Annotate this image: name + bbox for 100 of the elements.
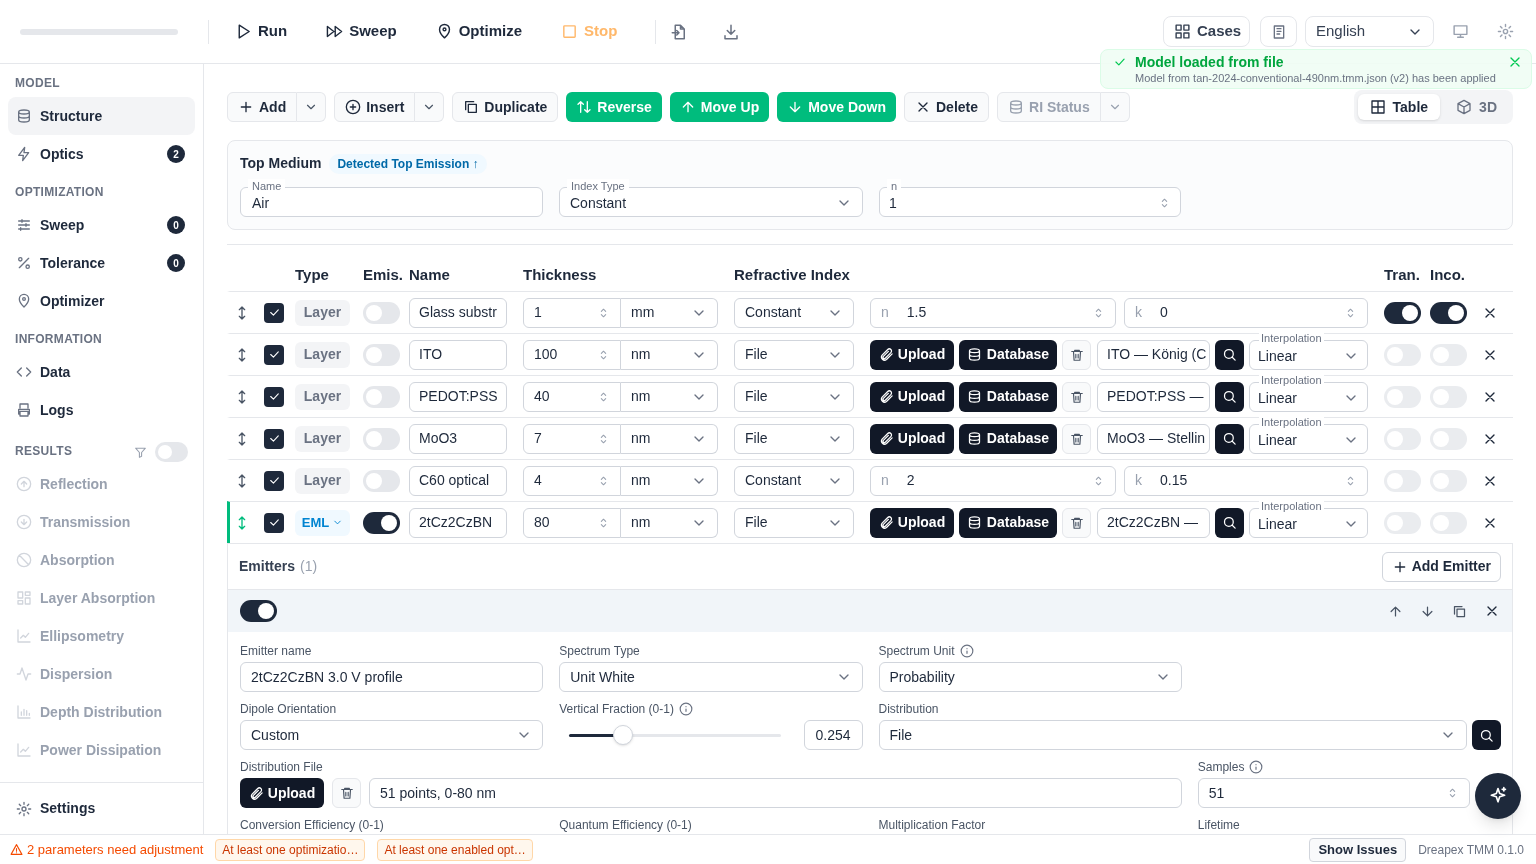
- distribution-info-field[interactable]: 51 points, 0-80 nm: [369, 778, 1182, 808]
- sidebar-item[interactable]: Data: [8, 353, 195, 391]
- layer-row[interactable]: Layer PEDOT:PSS 40 nm File Upload Database PEDOT:PSS — Interpolation Linear: [227, 375, 1513, 417]
- number-field[interactable]: 0.254: [803, 720, 863, 750]
- material-name-field[interactable]: ITO — König (C: [1097, 339, 1210, 370]
- unit-select[interactable]: nm: [621, 507, 718, 538]
- sidebar-item[interactable]: Sweep 0: [8, 206, 195, 244]
- unit-select[interactable]: nm: [621, 381, 718, 412]
- text-field[interactable]: 2tCz2CzBN 3.0 V profile: [240, 662, 544, 692]
- toggle-switch[interactable]: [1430, 301, 1467, 324]
- add-emitter-button[interactable]: Add Emitter: [1381, 551, 1501, 582]
- unit-select[interactable]: mm: [621, 297, 718, 328]
- toolbar-button[interactable]: Delete: [904, 92, 989, 122]
- database-button[interactable]: Database: [959, 423, 1057, 454]
- search-button[interactable]: [1472, 720, 1501, 750]
- type-dropdown[interactable]: EML: [295, 509, 350, 536]
- select-field[interactable]: File: [878, 720, 1467, 750]
- view-tab[interactable]: 3D: [1444, 94, 1509, 120]
- material-name-field[interactable]: PEDOT:PSS —: [1097, 381, 1210, 412]
- toggle-switch[interactable]: [155, 442, 188, 462]
- layer-row[interactable]: EML 2tCz2CzBN 80 nm File Upload Database 2tCz2CzBN — Interpolation Linear: [227, 501, 1513, 543]
- name-field[interactable]: Glass substr: [409, 297, 507, 328]
- slider-track[interactable]: [569, 725, 782, 745]
- upload-button[interactable]: Upload: [870, 339, 954, 370]
- layer-row[interactable]: Layer Glass substr 1 mm Constant n 1.5 k 0: [227, 291, 1513, 333]
- sidebar-item[interactable]: Settings: [8, 789, 195, 828]
- sidebar-item[interactable]: Optics 2: [8, 135, 195, 173]
- number-field[interactable]: 100: [523, 339, 621, 370]
- download-button[interactable]: [722, 22, 741, 41]
- checkbox[interactable]: [264, 470, 284, 491]
- toggle-switch[interactable]: [363, 301, 400, 324]
- upload-button[interactable]: Upload: [870, 507, 954, 538]
- sidebar-item[interactable]: Structure: [8, 97, 195, 135]
- sidebar-item[interactable]: Optimizer: [8, 282, 195, 320]
- notes-button[interactable]: [1260, 16, 1297, 47]
- index-type-select[interactable]: File: [734, 507, 854, 538]
- sidebar-item[interactable]: Tolerance 0: [8, 244, 195, 282]
- delete-file-button[interactable]: [1062, 381, 1091, 412]
- toolbar-button[interactable]: Duplicate: [452, 92, 559, 122]
- checkbox[interactable]: [264, 344, 284, 365]
- number-field[interactable]: 1: [523, 297, 621, 328]
- number-field[interactable]: k 0.15: [1124, 465, 1368, 496]
- optimize-button[interactable]: Optimize: [427, 13, 531, 50]
- language-select[interactable]: English: [1305, 16, 1434, 47]
- database-button[interactable]: Database: [959, 381, 1057, 412]
- move-up-button[interactable]: [1388, 603, 1403, 619]
- checkbox[interactable]: [264, 386, 284, 407]
- name-field[interactable]: C60 optical: [409, 465, 507, 496]
- delete-file-button[interactable]: [332, 778, 361, 808]
- delete-file-button[interactable]: [1062, 339, 1091, 370]
- number-field[interactable]: 7: [523, 423, 621, 454]
- toggle-switch[interactable]: [240, 600, 277, 622]
- name-field[interactable]: 2tCz2CzBN: [409, 507, 507, 538]
- search-button[interactable]: [1215, 423, 1244, 454]
- layer-row[interactable]: Layer C60 optical 4 nm Constant n 2 k 0.15: [227, 459, 1513, 501]
- name-field[interactable]: ITO: [409, 339, 507, 370]
- select-field[interactable]: Unit White: [559, 662, 863, 692]
- upload-button[interactable]: Upload: [870, 423, 954, 454]
- toolbar-button[interactable]: Insert: [334, 92, 416, 122]
- toggle-switch[interactable]: [363, 385, 400, 408]
- search-button[interactable]: [1215, 381, 1244, 412]
- toggle-switch[interactable]: [363, 511, 400, 534]
- unit-select[interactable]: nm: [621, 465, 718, 496]
- select-field[interactable]: Probability: [878, 662, 1182, 692]
- toggle-switch[interactable]: [1384, 301, 1421, 324]
- display-button[interactable]: [1452, 23, 1469, 40]
- number-field[interactable]: n 2: [870, 465, 1116, 496]
- delete-file-button[interactable]: [1062, 507, 1091, 538]
- index-type-select[interactable]: Constant: [734, 297, 854, 328]
- unit-select[interactable]: nm: [621, 423, 718, 454]
- view-tab[interactable]: Table: [1357, 94, 1441, 120]
- run-button[interactable]: Run: [227, 13, 296, 50]
- index-type-select[interactable]: File: [734, 339, 854, 370]
- sidebar-item[interactable]: Logs: [8, 391, 195, 429]
- delete-file-button[interactable]: [1062, 423, 1091, 454]
- number-field[interactable]: 80: [523, 507, 621, 538]
- number-field[interactable]: 51: [1197, 778, 1470, 808]
- toggle-switch[interactable]: [363, 469, 400, 492]
- index-type-select[interactable]: Constant: [734, 465, 854, 496]
- duplicate-button[interactable]: [1452, 603, 1467, 619]
- cases-button[interactable]: Cases: [1163, 16, 1250, 47]
- toolbar-button[interactable]: Add: [227, 92, 298, 122]
- checkbox[interactable]: [264, 302, 284, 323]
- slider-thumb[interactable]: [613, 725, 634, 745]
- checkbox[interactable]: [264, 512, 284, 533]
- database-button[interactable]: Database: [959, 507, 1057, 538]
- toggle-switch[interactable]: [363, 343, 400, 366]
- search-button[interactable]: [1215, 507, 1244, 538]
- name-field[interactable]: MoO3: [409, 423, 507, 454]
- upload-button[interactable]: Upload: [870, 381, 954, 412]
- checkbox[interactable]: [264, 428, 284, 449]
- number-field[interactable]: n 1.5: [870, 297, 1116, 328]
- index-type-select[interactable]: File: [734, 381, 854, 412]
- assistant-button[interactable]: [1475, 773, 1521, 819]
- layer-row[interactable]: Layer MoO3 7 nm File Upload Database MoO3 — Stellin Interpolation Linear: [227, 417, 1513, 459]
- material-name-field[interactable]: 2tCz2CzBN —: [1097, 507, 1210, 538]
- toggle-switch[interactable]: [363, 427, 400, 450]
- number-field[interactable]: k 0: [1124, 297, 1368, 328]
- database-button[interactable]: Database: [959, 339, 1057, 370]
- index-type-select[interactable]: File: [734, 423, 854, 454]
